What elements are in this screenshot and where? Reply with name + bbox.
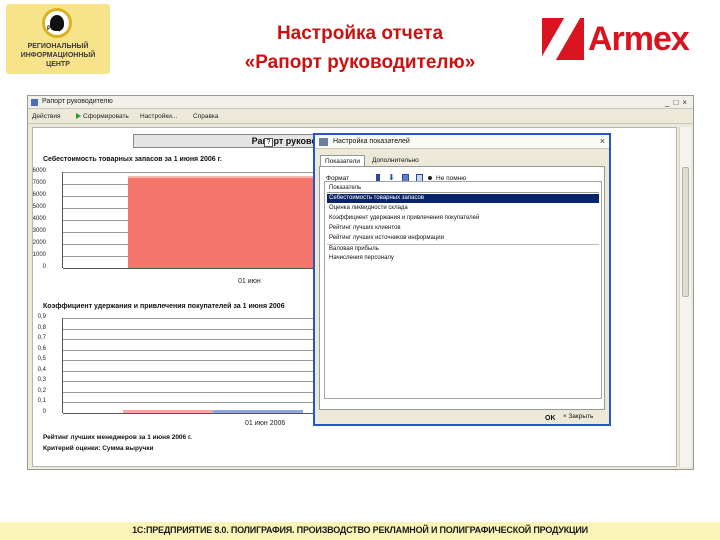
- dialog-titlebar[interactable]: Настройка показателей ×: [315, 135, 609, 149]
- dialog-title: Настройка показателей: [333, 138, 410, 145]
- chart1-title: Себестоимость товарных запасов за 1 июня…: [43, 156, 222, 163]
- generate-label: Сформировать: [83, 113, 129, 120]
- logo-text-line-1: РЕГИОНАЛЬНЫЙ: [27, 43, 89, 50]
- chart2-gridline: [63, 328, 318, 330]
- window-controls: _ □ ×: [665, 97, 687, 109]
- list-item[interactable]: Валовая прибыль: [327, 244, 599, 253]
- chart2-gridline: [63, 339, 318, 341]
- chart2-gridline: [63, 370, 318, 372]
- maximize-icon[interactable]: □: [673, 97, 678, 109]
- chart2-y-tick: 0,7: [37, 335, 46, 342]
- chart2-gridline: [63, 360, 318, 362]
- chart1-y-tick: 4000: [32, 216, 46, 222]
- chart2-gridline: [63, 318, 318, 319]
- chart2-y-tick: 0,1: [37, 398, 46, 405]
- chart2-y-tick: 0,9: [37, 314, 46, 320]
- chart2-title: Коэффициент удержания и привлечения поку…: [43, 303, 285, 310]
- minimize-icon[interactable]: _: [665, 97, 669, 109]
- logo-text: РЕГИОНАЛЬНЫЙ ИНФОРМАЦИОННЫЙ ЦЕНТР: [8, 42, 108, 69]
- chart1-bar: [128, 175, 318, 268]
- ric-emblem-icon: [42, 8, 72, 38]
- armex-wordmark: Armex: [588, 20, 690, 58]
- radio-icon[interactable]: [428, 176, 432, 180]
- slide-title-line-2: «Рапорт руководителю»: [244, 52, 476, 73]
- chart2-y-tick: 0,8: [37, 324, 46, 331]
- report-window-titlebar[interactable]: Рапорт руководителю _ □ ×: [28, 96, 693, 109]
- indicators-panel: Формат ⬇ Не помню Показатель Себестоимос…: [319, 166, 605, 410]
- chart2-xlabel: 01 июн 2006: [245, 420, 286, 427]
- indicator-settings-dialog: Настройка показателей × Показатели Допол…: [313, 133, 611, 426]
- chart1-y-tick: 5000: [32, 204, 46, 210]
- chart1-gridline: [63, 172, 318, 173]
- list-item[interactable]: Себестоимость товарных запасов: [327, 194, 599, 203]
- ok-button[interactable]: OK: [545, 415, 556, 422]
- report-header-button[interactable]: ?: [264, 138, 273, 147]
- vertical-scrollbar[interactable]: [679, 127, 691, 467]
- chart1-gridline: [63, 268, 318, 269]
- list-item[interactable]: Коэффициент удержания и привлечения поку…: [327, 214, 599, 223]
- chart2-gridline: [63, 349, 318, 351]
- chart1-y-axis: [51, 172, 63, 268]
- armex-mark-icon: [539, 18, 584, 60]
- list-item[interactable]: Рейтинг лучших клиентов: [327, 224, 599, 233]
- chart1-y-tick: 6000: [32, 192, 46, 198]
- chart2-gridline: [63, 391, 318, 393]
- list-header: Показатель: [327, 184, 599, 193]
- close-icon[interactable]: ×: [682, 97, 687, 109]
- chart2-y-tick: 0,5: [37, 356, 46, 363]
- dialog-icon: [319, 138, 328, 146]
- slide: РИЦ РЕГИОНАЛЬНЫЙ ИНФОРМАЦИОННЫЙ ЦЕНТР На…: [0, 0, 720, 540]
- settings-button[interactable]: Настройки...: [140, 110, 177, 123]
- chart2-gridline: [63, 413, 318, 414]
- help-button[interactable]: Справка: [193, 110, 219, 123]
- chart2-y-tick: 0,4: [37, 366, 46, 373]
- chart2-y-axis: [51, 318, 63, 413]
- actions-menu[interactable]: Действия: [32, 110, 60, 123]
- chart1-y-tick: 0: [42, 264, 46, 270]
- close-button-label: Закрыть: [568, 413, 594, 420]
- list-item[interactable]: Начисления персоналу: [327, 254, 599, 263]
- chart2-y-tick: 0,3: [37, 377, 46, 384]
- chart2-y-tick: 0,6: [37, 345, 46, 352]
- close-icon: ×: [563, 414, 567, 420]
- scrollbar-thumb[interactable]: [682, 167, 689, 297]
- list-item[interactable]: Оценка ликвидности склада: [327, 204, 599, 213]
- chart2-bar: [213, 410, 303, 413]
- chart1-y-tick: 3000: [32, 228, 46, 234]
- chart1-y-tick: 7000: [32, 180, 46, 186]
- footer-bar: 1С:ПРЕДПРИЯТИЕ 8.0. ПОЛИГРАФИЯ. ПРОИЗВОД…: [0, 522, 720, 540]
- report-window-title: Рапорт руководителю: [42, 98, 113, 105]
- chart1-y-tick: 6000: [32, 168, 46, 174]
- chart1-xlabel: 01 июн: [238, 278, 261, 285]
- chart2-y-tick: 0,2: [37, 387, 46, 394]
- logo-abbrev: РИЦ: [47, 26, 60, 32]
- chart2-gridline: [63, 381, 318, 383]
- logo-text-line-3: ЦЕНТР: [46, 61, 70, 68]
- dialog-close-icon[interactable]: ×: [600, 135, 605, 148]
- ric-logo: РИЦ РЕГИОНАЛЬНЫЙ ИНФОРМАЦИОННЫЙ ЦЕНТР: [6, 4, 110, 74]
- logo-text-line-2: ИНФОРМАЦИОННЫЙ: [20, 52, 96, 59]
- report-window-icon: [31, 99, 38, 106]
- ranking-title: Рейтинг лучших менеджеров за 1 июня 2006…: [43, 434, 192, 441]
- ranking-criterion: Критерий оценки: Сумма выручки: [43, 445, 154, 452]
- close-button[interactable]: × Закрыть: [563, 413, 593, 420]
- generate-button[interactable]: Сформировать: [76, 110, 129, 123]
- slide-title-line-1: Настройка отчета: [276, 23, 444, 44]
- play-icon: [76, 113, 81, 120]
- chart2-y-tick: 0: [42, 409, 46, 415]
- chart1-y-tick: 2000: [32, 240, 46, 246]
- chart1-y-tick: 1000: [32, 252, 46, 258]
- indicators-list: Показатель Себестоимость товарных запасо…: [324, 181, 602, 399]
- chart2-gridline: [63, 402, 318, 404]
- chart2-bar: [123, 410, 213, 413]
- report-toolbar: Действия Сформировать Настройки... Справ…: [28, 110, 693, 124]
- footer-text: 1С:ПРЕДПРИЯТИЕ 8.0. ПОЛИГРАФИЯ. ПРОИЗВОД…: [132, 525, 588, 535]
- armex-logo: Armex: [539, 16, 708, 62]
- list-item[interactable]: Рейтинг лучших источников информации: [327, 234, 599, 243]
